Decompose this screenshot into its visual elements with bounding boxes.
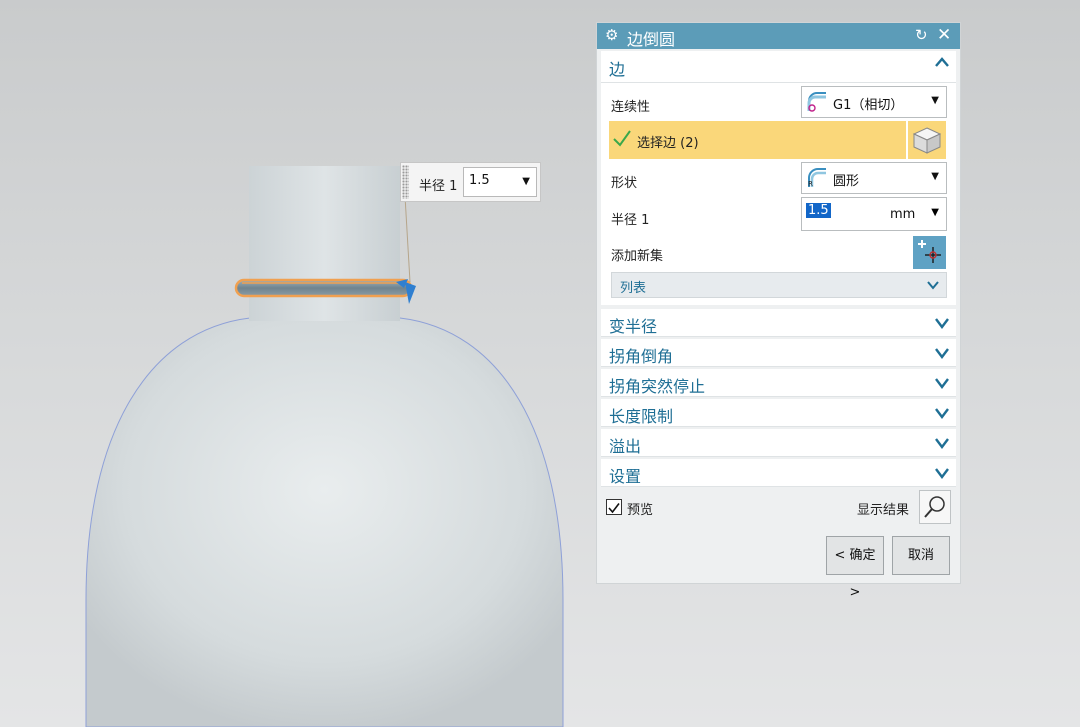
- section-edge-header[interactable]: 边: [601, 51, 956, 83]
- section-edge-title: 边: [609, 60, 626, 79]
- leader-line: [404, 195, 411, 283]
- chevron-up-icon[interactable]: [934, 55, 950, 71]
- chevron-down-icon[interactable]: [926, 278, 940, 292]
- continuity-label: 连续性: [611, 100, 651, 115]
- shape-label: 形状: [611, 176, 638, 191]
- select-edge-label: 选择边 (2): [637, 136, 699, 151]
- magnifier-icon: [924, 496, 945, 518]
- svg-text:R: R: [808, 180, 813, 188]
- shape-dropdown[interactable]: R 圆形 ▼: [801, 162, 947, 194]
- shape-value: 圆形: [833, 174, 860, 189]
- cube-icon: [912, 127, 942, 154]
- gear-icon: ⚙: [605, 26, 619, 44]
- show-result-button[interactable]: [919, 490, 951, 524]
- section-edge-body: 连续性 G1（相切） ▼ 选择边 (2) 形状 R 圆形 ▼ 半径 1 1.5 …: [601, 83, 956, 305]
- chevron-down-icon[interactable]: [934, 375, 950, 391]
- dropdown-arrow-icon[interactable]: ▼: [931, 95, 939, 106]
- radius-input[interactable]: 1.5 mm ▼: [801, 197, 947, 231]
- list-expander[interactable]: 列表: [611, 272, 947, 298]
- close-icon[interactable]: ✕: [937, 25, 951, 45]
- preview-label: 预览: [627, 503, 654, 518]
- bottle-body: [85, 317, 564, 727]
- radius-label: 半径 1: [611, 213, 650, 228]
- section-settings[interactable]: 设置: [601, 459, 956, 487]
- select-body-button[interactable]: [908, 121, 946, 159]
- radius-value[interactable]: 1.5: [806, 203, 831, 218]
- continuity-value: G1（相切）: [833, 98, 904, 113]
- chevron-down-icon[interactable]: [934, 405, 950, 421]
- circular-shape-icon: R: [808, 168, 826, 188]
- section-variable-radius[interactable]: 变半径: [601, 309, 956, 337]
- edge-blend-dialog: ⚙ 边倒圆 ↻ ✕ 边 连续性 G1（相切） ▼ 选择边 (2) 形状 R 圆形…: [596, 22, 961, 600]
- floating-radius-value: 1.5: [469, 173, 490, 188]
- floating-radius-box[interactable]: 半径 1 1.5 ▼: [400, 162, 541, 202]
- section-corner-setback-title: 拐角倒角: [609, 347, 674, 366]
- checkmark-icon: [608, 503, 620, 514]
- preview-checkbox[interactable]: [606, 499, 622, 515]
- dialog-title: 边倒圆: [627, 30, 676, 49]
- list-label: 列表: [620, 281, 647, 296]
- show-result-label: 显示结果: [857, 503, 910, 518]
- add-set-icon: [918, 240, 941, 263]
- section-overflow-title: 溢出: [609, 437, 642, 456]
- section-length-limit-title: 长度限制: [609, 407, 674, 426]
- section-stop-short-of-corner[interactable]: 拐角突然停止: [601, 369, 956, 397]
- floating-radius-label: 半径 1: [419, 179, 458, 194]
- chevron-down-icon[interactable]: [934, 315, 950, 331]
- section-corner-setback[interactable]: 拐角倒角: [601, 339, 956, 367]
- dialog-footer: 预览 显示结果 < 确定 > 取消: [601, 485, 956, 600]
- dialog-title-bar[interactable]: ⚙ 边倒圆 ↻ ✕: [597, 23, 960, 49]
- cancel-button[interactable]: 取消: [892, 536, 950, 575]
- continuity-dropdown[interactable]: G1（相切） ▼: [801, 86, 947, 118]
- ok-button[interactable]: < 确定 >: [826, 536, 884, 600]
- radius-unit: mm: [890, 207, 916, 222]
- chevron-down-icon[interactable]: [934, 465, 950, 481]
- reset-icon[interactable]: ↻: [915, 26, 928, 44]
- section-variable-radius-title: 变半径: [609, 317, 658, 336]
- select-edge-row[interactable]: 选择边 (2): [609, 121, 906, 159]
- bottle-neck: [249, 166, 400, 321]
- section-overflow[interactable]: 溢出: [601, 429, 956, 457]
- dropdown-arrow-icon[interactable]: ▼: [931, 171, 939, 182]
- dropdown-arrow-icon[interactable]: ▼: [522, 176, 530, 187]
- checkmark-icon: [613, 130, 631, 147]
- drag-handle[interactable]: [402, 165, 409, 199]
- section-settings-title: 设置: [609, 467, 642, 486]
- add-new-set-button[interactable]: [913, 236, 946, 269]
- chevron-down-icon[interactable]: [934, 345, 950, 361]
- g1-continuity-icon: [807, 92, 826, 112]
- section-stop-short-title: 拐角突然停止: [609, 377, 706, 396]
- dropdown-arrow-icon[interactable]: ▼: [931, 207, 939, 218]
- chevron-down-icon[interactable]: [934, 435, 950, 451]
- floating-radius-input[interactable]: 1.5 ▼: [463, 167, 537, 197]
- add-new-set-label: 添加新集: [611, 249, 664, 264]
- section-length-limit[interactable]: 长度限制: [601, 399, 956, 427]
